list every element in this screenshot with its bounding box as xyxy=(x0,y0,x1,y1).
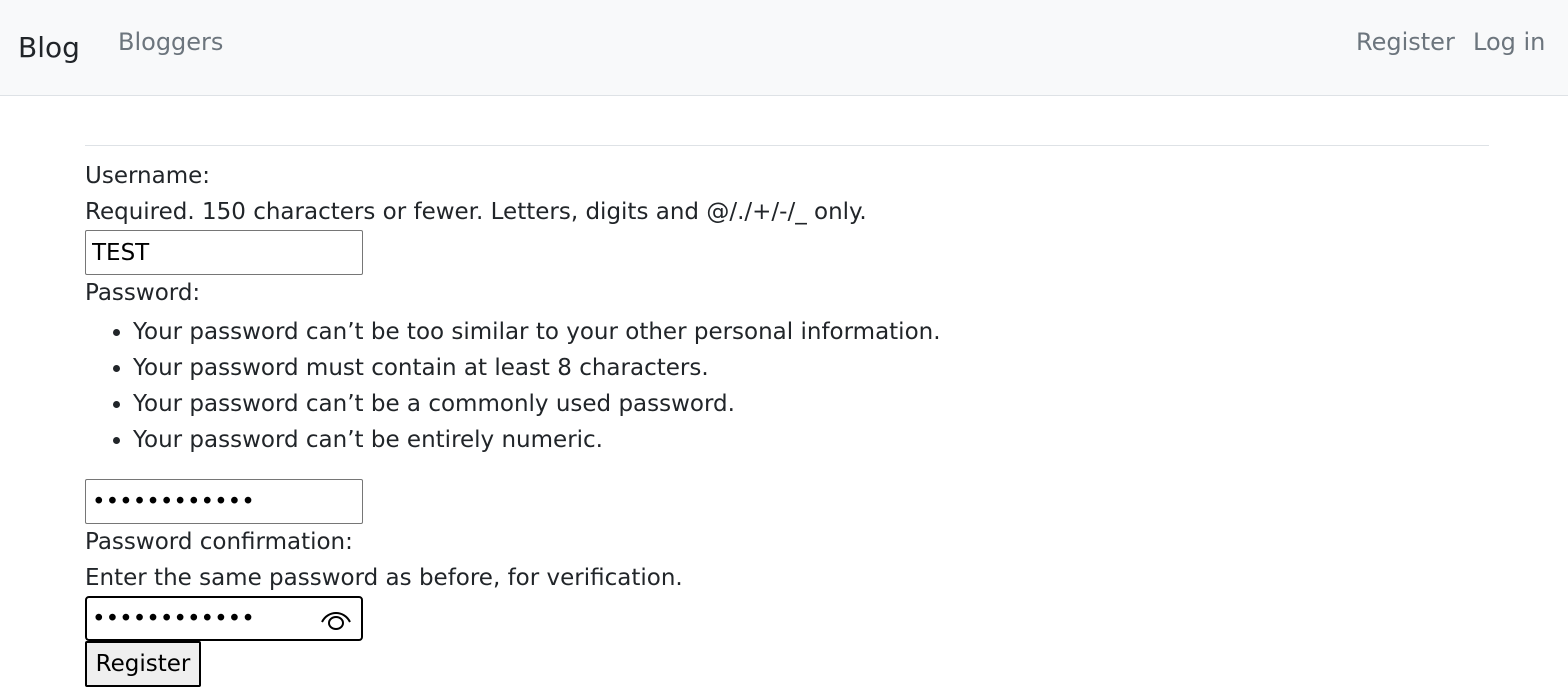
nav-link-bloggers[interactable]: Bloggers xyxy=(118,25,223,59)
register-button[interactable]: Register xyxy=(85,641,201,687)
nav-link-login[interactable]: Log in xyxy=(1473,25,1545,59)
divider xyxy=(85,145,1489,146)
password-label: Password: xyxy=(85,280,201,306)
password-input[interactable] xyxy=(85,479,363,524)
password-help-item: Your password can’t be a commonly used p… xyxy=(133,386,941,422)
nav-link-register[interactable]: Register xyxy=(1356,25,1455,59)
password-confirmation-help-text: Enter the same password as before, for v… xyxy=(85,565,683,591)
password-help-item: Your password must contain at least 8 ch… xyxy=(133,350,941,386)
password-help-list: Your password can’t be too similar to yo… xyxy=(85,314,941,458)
username-help-text: Required. 150 characters or fewer. Lette… xyxy=(85,199,867,225)
brand-link[interactable]: Blog xyxy=(18,28,80,68)
top-navbar: Blog Bloggers Register Log in xyxy=(0,0,1568,96)
username-label: Username: xyxy=(85,163,210,189)
password-confirmation-label: Password confirmation: xyxy=(85,529,353,555)
eye-icon[interactable] xyxy=(319,606,353,634)
username-input[interactable] xyxy=(85,230,363,275)
password-help-item: Your password can’t be too similar to yo… xyxy=(133,314,941,350)
password-help-item: Your password can’t be entirely numeric. xyxy=(133,422,941,458)
